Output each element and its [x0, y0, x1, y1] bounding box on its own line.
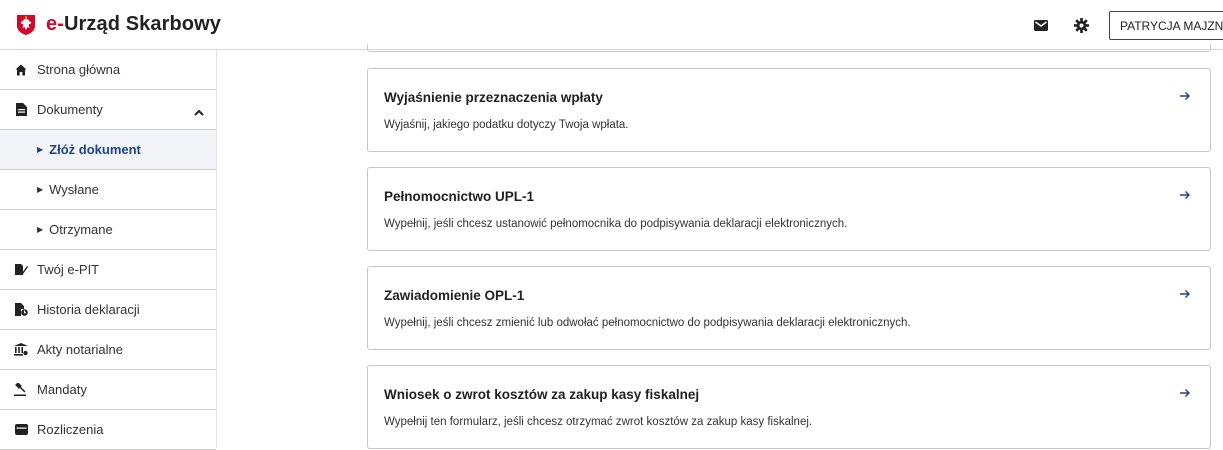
sidebar-item-label: Strona główna [37, 62, 121, 77]
sidebar-item-home[interactable]: Strona główna [0, 50, 216, 90]
sidebar-item-label: Otrzymane [49, 222, 113, 237]
sidebar-item-submit-document[interactable]: ▶ Złóż dokument [0, 130, 216, 170]
card-description: Wypełnij, jeśli chcesz zmienić lub odwoł… [384, 317, 911, 329]
pen-document-icon [14, 263, 28, 277]
triangle-right-icon: ▶ [37, 225, 44, 234]
document-card[interactable]: Wyjaśnienie przeznaczenia wpłaty Wyjaśni… [367, 68, 1211, 152]
gavel-icon [14, 383, 28, 397]
sidebar-item-label: Akty notarialne [37, 342, 123, 357]
logo[interactable]: e-Urząd Skarbowy [16, 13, 221, 36]
triangle-right-icon: ▶ [37, 145, 44, 154]
card-title: Wniosek o zwrot kosztów za zakup kasy fi… [384, 387, 700, 402]
arrow-right-icon[interactable] [1178, 188, 1192, 202]
sidebar-item-notarial-deeds[interactable]: Akty notarialne [0, 330, 216, 370]
triangle-right-icon: ▶ [37, 185, 44, 194]
notary-icon [14, 343, 28, 357]
sidebar: Strona główna Dokumenty ▶ Złóż dokument … [0, 50, 217, 450]
document-icon [14, 103, 28, 117]
sidebar-item-label: Historia deklaracji [37, 302, 140, 317]
card-title: Wyjaśnienie przeznaczenia wpłaty [384, 90, 603, 105]
sidebar-item-label: Mandaty [37, 382, 87, 397]
sidebar-item-documents[interactable]: Dokumenty [0, 90, 216, 130]
chevron-up-icon[interactable] [194, 104, 204, 119]
arrow-right-icon[interactable] [1178, 386, 1192, 400]
sidebar-item-settlements[interactable]: Rozliczenia [0, 410, 216, 450]
sidebar-item-label: Rozliczenia [37, 422, 104, 437]
brand-name: e-Urząd Skarbowy [46, 13, 221, 35]
document-card[interactable]: Wniosek o zwrot kosztów za zakup kasy fi… [367, 365, 1211, 449]
wallet-icon [14, 423, 28, 437]
arrow-right-icon[interactable] [1178, 287, 1192, 301]
sidebar-item-received[interactable]: ▶ Otrzymane [0, 210, 216, 250]
card-title: Pełnomocnictwo UPL-1 [384, 189, 535, 204]
previous-card-edge [367, 44, 1211, 52]
sidebar-item-label: Twój e-PIT [37, 262, 100, 277]
main-content: Wyjaśnienie przeznaczenia wpłaty Wyjaśni… [217, 44, 1223, 449]
document-card[interactable]: Zawiadomienie OPL-1 Wypełnij, jeśli chce… [367, 266, 1211, 350]
settings-gear-icon[interactable] [1070, 14, 1092, 36]
sidebar-item-declaration-history[interactable]: Historia deklaracji [0, 290, 216, 330]
arrow-right-icon[interactable] [1178, 89, 1192, 103]
coat-of-arms-icon [16, 14, 36, 36]
user-account-button[interactable]: PATRYCJA MAJZNER [1109, 11, 1223, 40]
sidebar-item-e-pit[interactable]: Twój e-PIT [0, 250, 216, 290]
home-icon [14, 63, 28, 77]
document-history-icon [14, 303, 28, 317]
sidebar-item-label: Złóż dokument [49, 142, 141, 157]
card-title: Zawiadomienie OPL-1 [384, 288, 525, 303]
sidebar-item-fines[interactable]: Mandaty [0, 370, 216, 410]
card-description: Wypełnij, jeśli chcesz ustanowić pełnomo… [384, 218, 848, 230]
card-description: Wyjaśnij, jakiego podatku dotyczy Twoja … [384, 119, 629, 131]
sidebar-item-label: Dokumenty [37, 102, 103, 117]
sidebar-item-label: Wysłane [49, 182, 99, 197]
sidebar-item-sent[interactable]: ▶ Wysłane [0, 170, 216, 210]
mail-icon[interactable] [1030, 14, 1052, 36]
top-bar: e-Urząd Skarbowy PATRYCJA MAJZNER [0, 0, 1223, 50]
card-description: Wypełnij ten formularz, jeśli chcesz otr… [384, 416, 813, 428]
document-card[interactable]: Pełnomocnictwo UPL-1 Wypełnij, jeśli chc… [367, 167, 1211, 251]
